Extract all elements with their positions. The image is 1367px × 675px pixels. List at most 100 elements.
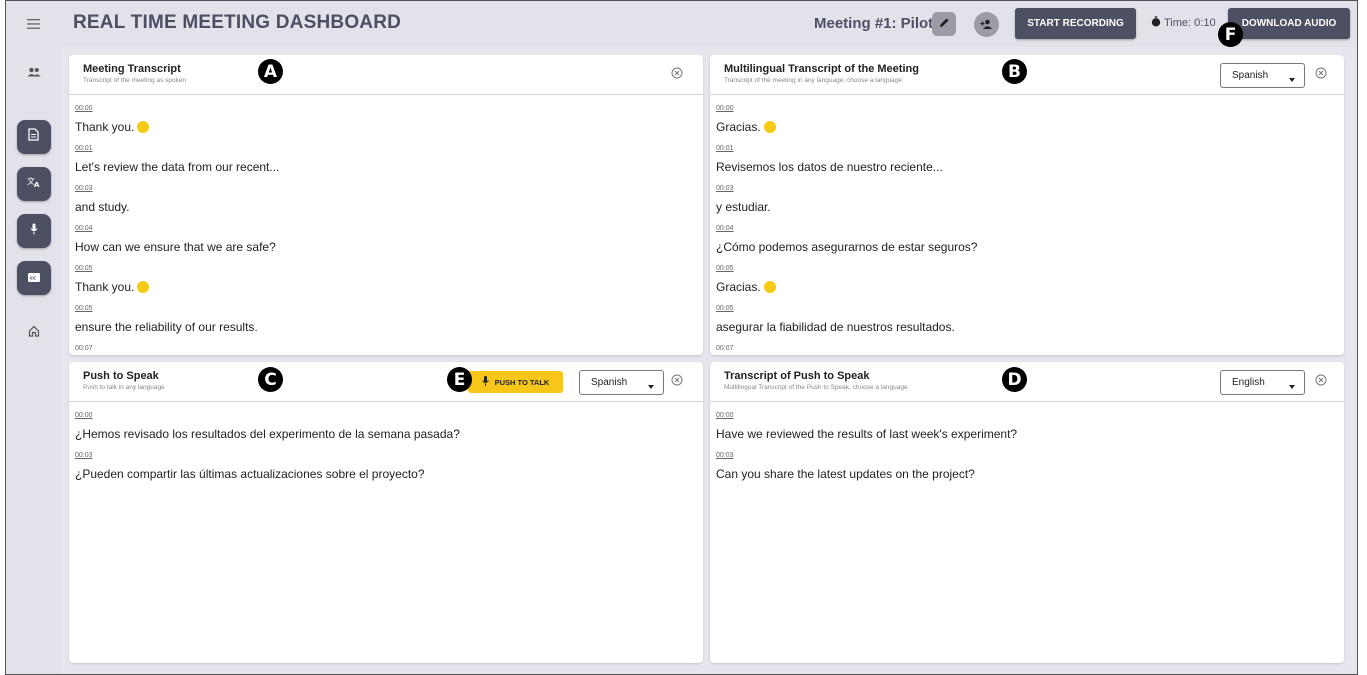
list-item: 00:00 Thank you. (75, 102, 703, 142)
close-icon (671, 373, 683, 391)
panel-subtitle: Transcript of the meeting in any languag… (724, 77, 902, 84)
timestamp: 00:00 (75, 105, 93, 112)
add-person-icon (980, 16, 993, 34)
list-item: 00:04 How can we ensure that we are safe… (75, 222, 703, 262)
marker-a: A (258, 59, 283, 84)
resize-handle-icon[interactable] (696, 348, 701, 353)
microphone-icon (30, 222, 38, 240)
resize-handle-icon[interactable] (696, 656, 701, 661)
svg-text:A: A (34, 181, 40, 188)
close-icon (671, 66, 683, 84)
timestamp: 00:07 (716, 345, 734, 352)
panel-title: Meeting Transcript (83, 63, 181, 75)
caret-down-icon (1289, 74, 1295, 85)
transcript-list[interactable]: 00:00 ¿Hemos revisado los resultados del… (69, 403, 703, 663)
timestamp: 00:00 (716, 105, 734, 112)
meeting-transcript-panel: Meeting Transcript Transcript of the mee… (69, 55, 703, 355)
list-item: 00:00 ¿Hemos revisado los resultados del… (75, 409, 703, 449)
timer: Time: 0:10 (1151, 16, 1216, 30)
panel-title: Multilingual Transcript of the Meeting (724, 63, 919, 75)
resize-handle-icon[interactable] (1337, 656, 1342, 661)
download-audio-button[interactable]: DOWNLOAD AUDIO (1228, 8, 1350, 39)
sidebar-item-captions[interactable]: cc (16, 261, 51, 295)
transcript-text: asegurar la fiabilidad de nuestros resul… (716, 320, 955, 334)
list-item: 00:03 ¿Pueden compartir las últimas actu… (75, 449, 703, 489)
transcript-text: ¿Hemos revisado los resultados del exper… (75, 427, 460, 441)
caret-down-icon (1289, 381, 1295, 392)
timestamp: 00:07 (75, 345, 93, 352)
list-item: 00:04 ¿Cómo podemos asegurarnos de estar… (716, 222, 1344, 262)
close-panel-button[interactable] (670, 66, 683, 84)
transcript-text: Can you share the latest updates on the … (716, 467, 975, 481)
push-to-talk-button[interactable]: PUSH TO TALK (468, 371, 563, 393)
marker-f: F (1218, 22, 1243, 47)
svg-text:cc: cc (30, 276, 36, 282)
language-select[interactable]: English (1220, 370, 1305, 395)
menu-icon[interactable] (24, 14, 44, 34)
resize-handle-icon[interactable] (1337, 348, 1342, 353)
marker-b: B (1002, 59, 1027, 84)
language-select[interactable]: Spanish (579, 370, 664, 395)
sidebar-item-transcript[interactable] (16, 120, 51, 154)
captions-icon: cc (27, 269, 40, 287)
meeting-name: Meeting #1: Pilot (814, 15, 934, 32)
list-item: 00:05 ensure the reliability of our resu… (75, 302, 703, 342)
timestamp: 00:05 (716, 305, 734, 312)
panel-header: Push to Speak Push to talk in any langua… (69, 362, 703, 402)
marker-c: C (258, 367, 283, 392)
home-icon[interactable] (24, 321, 44, 341)
transcript-text: and study. (75, 200, 130, 214)
transcript-text: How can we ensure that we are safe? (75, 240, 276, 254)
add-user-button[interactable] (974, 12, 999, 37)
pencil-icon (939, 15, 950, 33)
start-recording-button[interactable]: START RECORDING (1015, 8, 1136, 39)
multilingual-transcript-panel: Multilingual Transcript of the Meeting T… (710, 55, 1344, 355)
push-to-speak-transcript-panel: Transcript of Push to Speak Multilingual… (710, 362, 1344, 663)
timestamp: 00:03 (716, 452, 734, 459)
list-item: 00:05 Thank you. (75, 262, 703, 302)
timestamp: 00:03 (75, 452, 93, 459)
smiley-icon (137, 281, 150, 293)
list-item: 00:00 Gracias. (716, 102, 1344, 142)
list-item: 00:01 Let's review the data from our rec… (75, 142, 703, 182)
document-icon (28, 128, 39, 146)
panel-title: Push to Speak (83, 370, 159, 382)
timestamp: 00:03 (75, 185, 93, 192)
close-panel-button[interactable] (1314, 67, 1327, 81)
transcript-list[interactable]: 00:00 Have we reviewed the results of la… (710, 403, 1344, 663)
smiley-icon (763, 121, 776, 133)
app-frame: 文A cc REAL TIME MEETING DASHBOARD Meetin… (5, 0, 1358, 675)
close-panel-button[interactable] (670, 373, 683, 391)
transcript-text: ¿Pueden compartir las últimas actualizac… (75, 467, 425, 481)
people-icon[interactable] (24, 64, 44, 80)
transcript-text: Gracias. (716, 120, 761, 134)
selected-language: Spanish (591, 377, 628, 388)
sidebar: 文A cc (6, 1, 61, 674)
language-select[interactable]: Spanish (1220, 63, 1305, 88)
caret-down-icon (648, 381, 654, 392)
stopwatch-icon (1151, 16, 1161, 30)
list-item: 00:05 Gracias. (716, 262, 1344, 302)
sidebar-item-translate[interactable]: 文A (16, 167, 51, 201)
smiley-icon (137, 121, 150, 133)
transcript-text: Have we reviewed the results of last wee… (716, 427, 1018, 441)
panel-subtitle: Transcript of the meeting as spoken (83, 77, 187, 84)
timestamp: 00:04 (75, 225, 93, 232)
list-item: 00:01 Revisemos los datos de nuestro rec… (716, 142, 1344, 182)
timestamp: 00:05 (75, 265, 93, 272)
panel-subtitle: Push to talk in any language (83, 384, 165, 391)
transcript-text: Gracias. (716, 280, 761, 294)
transcript-list[interactable]: 00:00 Thank you. 00:01 Let's review the … (69, 96, 703, 355)
close-panel-button[interactable] (1314, 374, 1327, 388)
transcript-text: Thank you. (75, 280, 135, 294)
timestamp: 00:01 (716, 145, 734, 152)
marker-d: D (1002, 367, 1027, 392)
transcript-list[interactable]: 00:00 Gracias. 00:01 Revisemos los datos… (710, 96, 1344, 355)
transcript-text: Thank you. (75, 120, 135, 134)
transcript-text: ¿Cómo podemos asegurarnos de estar segur… (716, 240, 978, 254)
timer-text: Time: 0:10 (1164, 17, 1216, 29)
sidebar-item-microphone[interactable] (16, 214, 51, 248)
push-to-speak-panel: Push to Speak Push to talk in any langua… (69, 362, 703, 663)
edit-meeting-button[interactable] (932, 12, 956, 36)
list-item: 00:07 (716, 342, 1344, 355)
